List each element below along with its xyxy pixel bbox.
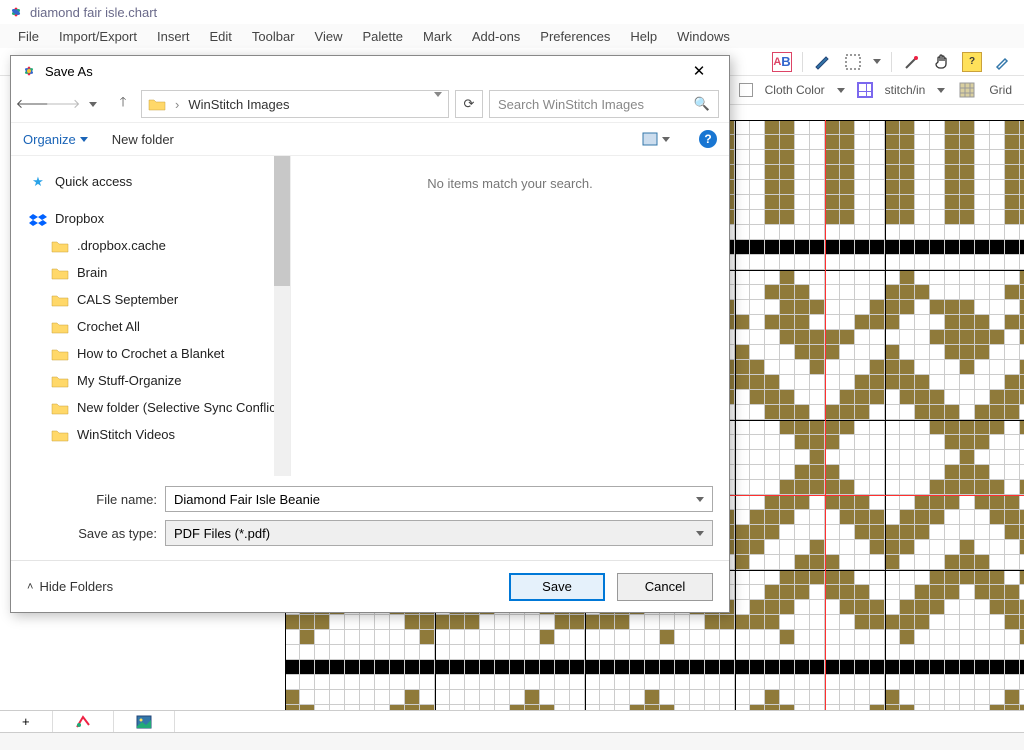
menu-mark[interactable]: Mark xyxy=(413,26,462,47)
recent-dropdown[interactable] xyxy=(81,92,105,116)
menu-palette[interactable]: Palette xyxy=(353,26,413,47)
pencil-tool-icon[interactable] xyxy=(813,52,833,72)
measure-tool-icon[interactable]: ? xyxy=(962,52,982,72)
image-tab[interactable] xyxy=(114,711,175,732)
refresh-button[interactable]: ⟳ xyxy=(455,90,483,118)
search-input[interactable]: Search WinStitch Images 🔍 xyxy=(489,90,719,118)
folder-icon xyxy=(51,265,69,281)
tree-item[interactable]: New folder (Selective Sync Conflict) xyxy=(23,394,290,421)
tree-item[interactable]: Brain xyxy=(23,259,290,286)
star-icon: ★ xyxy=(29,174,47,190)
filetype-select[interactable]: PDF Files (*.pdf) xyxy=(165,520,713,546)
dialog-fields: File name: Diamond Fair Isle Beanie Save… xyxy=(11,476,729,560)
menu-view[interactable]: View xyxy=(305,26,353,47)
hand-tool-icon[interactable] xyxy=(932,52,952,72)
add-tab-button[interactable]: + xyxy=(0,711,53,732)
window-title: diamond fair isle.chart xyxy=(30,5,157,20)
palette-tab[interactable] xyxy=(53,711,114,732)
scroll-thumb[interactable] xyxy=(274,156,290,286)
dialog-toolbar: Organize New folder ? xyxy=(11,122,729,156)
view-mode-button[interactable] xyxy=(637,129,675,149)
filename-label: File name: xyxy=(27,492,157,507)
menu-help[interactable]: Help xyxy=(620,26,667,47)
cloth-color-swatch[interactable] xyxy=(739,83,753,97)
tree-scrollbar[interactable]: ˄ xyxy=(274,156,290,476)
menu-insert[interactable]: Insert xyxy=(147,26,200,47)
stitch-unit-label: stitch/in xyxy=(885,83,926,97)
menu-file[interactable]: File xyxy=(8,26,49,47)
hide-folders-toggle[interactable]: ˄ Hide Folders xyxy=(27,579,113,594)
tree-dropbox[interactable]: Dropbox xyxy=(23,205,290,232)
filetype-label: Save as type: xyxy=(27,526,157,541)
folder-icon xyxy=(51,319,69,335)
dialog-title: Save As xyxy=(45,64,93,79)
close-button[interactable]: ✕ xyxy=(679,57,719,85)
help-button[interactable]: ? xyxy=(699,130,717,148)
folder-icon xyxy=(51,346,69,362)
empty-message: No items match your search. xyxy=(427,176,592,191)
search-placeholder: Search WinStitch Images xyxy=(498,97,644,112)
menu-bar: FileImport/ExportInsertEditToolbarViewPa… xyxy=(0,24,1024,48)
app-logo-icon xyxy=(21,63,37,79)
breadcrumb-current[interactable]: WinStitch Images xyxy=(188,97,289,112)
dialog-nav-bar: 🡐 🡒 🡑 › WinStitch Images ⟳ Search WinSti… xyxy=(11,86,729,122)
folder-icon xyxy=(51,400,69,416)
folder-icon xyxy=(148,96,166,112)
folder-tree[interactable]: ★ Quick access Dropbox .dropbox.cacheBra… xyxy=(11,156,291,476)
select-tool-icon[interactable] xyxy=(843,52,863,72)
tree-item[interactable]: WinStitch Videos xyxy=(23,421,290,448)
back-button[interactable]: 🡐 xyxy=(21,92,45,116)
title-bar: diamond fair isle.chart xyxy=(0,0,1024,24)
menu-edit[interactable]: Edit xyxy=(200,26,242,47)
grid-label: Grid xyxy=(989,83,1012,97)
app-logo-icon xyxy=(8,4,24,20)
menu-preferences[interactable]: Preferences xyxy=(530,26,620,47)
grid-unit-icon[interactable] xyxy=(857,82,873,98)
eyedropper-tool-icon[interactable] xyxy=(992,52,1012,72)
save-button[interactable]: Save xyxy=(509,573,605,601)
dropdown-icon[interactable] xyxy=(696,497,704,502)
folder-icon xyxy=(51,427,69,443)
tree-item[interactable]: CALS September xyxy=(23,286,290,313)
dropbox-icon xyxy=(29,211,47,227)
grid-toggle-icon[interactable] xyxy=(957,80,977,100)
breadcrumb-separator-icon: › xyxy=(175,97,179,112)
file-list: No items match your search. xyxy=(291,156,729,476)
up-button[interactable]: 🡑 xyxy=(111,92,135,116)
address-bar[interactable]: › WinStitch Images xyxy=(141,90,449,118)
tree-item[interactable]: How to Crochet a Blanket xyxy=(23,340,290,367)
tree-item[interactable]: Crochet All xyxy=(23,313,290,340)
menu-windows[interactable]: Windows xyxy=(667,26,740,47)
wand-tool-icon[interactable] xyxy=(902,52,922,72)
new-folder-button[interactable]: New folder xyxy=(112,132,174,147)
menu-addons[interactable]: Add-ons xyxy=(462,26,530,47)
menu-importexport[interactable]: Import/Export xyxy=(49,26,147,47)
menu-toolbar[interactable]: Toolbar xyxy=(242,26,305,47)
dropdown-icon[interactable] xyxy=(696,531,704,536)
organize-menu[interactable]: Organize xyxy=(23,132,88,147)
folder-icon xyxy=(51,292,69,308)
filename-input[interactable]: Diamond Fair Isle Beanie xyxy=(165,486,713,512)
address-dropdown-icon[interactable] xyxy=(434,97,442,112)
forward-button: 🡒 xyxy=(51,92,75,116)
search-icon: 🔍 xyxy=(694,96,710,112)
tree-quick-access[interactable]: ★ Quick access xyxy=(23,168,290,195)
text-tool-icon[interactable]: AB xyxy=(772,52,792,72)
tree-item[interactable]: My Stuff-Organize xyxy=(23,367,290,394)
folder-icon xyxy=(51,238,69,254)
bottom-bar: + xyxy=(0,710,1024,750)
dropdown-icon[interactable] xyxy=(837,88,845,93)
dialog-title-bar: Save As ✕ xyxy=(11,56,729,86)
dropdown-icon[interactable] xyxy=(873,59,881,64)
save-as-dialog: Save As ✕ 🡐 🡒 🡑 › WinStitch Images ⟳ Sea… xyxy=(10,55,730,613)
dropdown-icon[interactable] xyxy=(937,88,945,93)
tree-item[interactable]: .dropbox.cache xyxy=(23,232,290,259)
folder-icon xyxy=(51,373,69,389)
cancel-button[interactable]: Cancel xyxy=(617,573,713,601)
dialog-footer: ˄ Hide Folders Save Cancel xyxy=(11,560,729,612)
cloth-color-label: Cloth Color xyxy=(765,83,825,97)
